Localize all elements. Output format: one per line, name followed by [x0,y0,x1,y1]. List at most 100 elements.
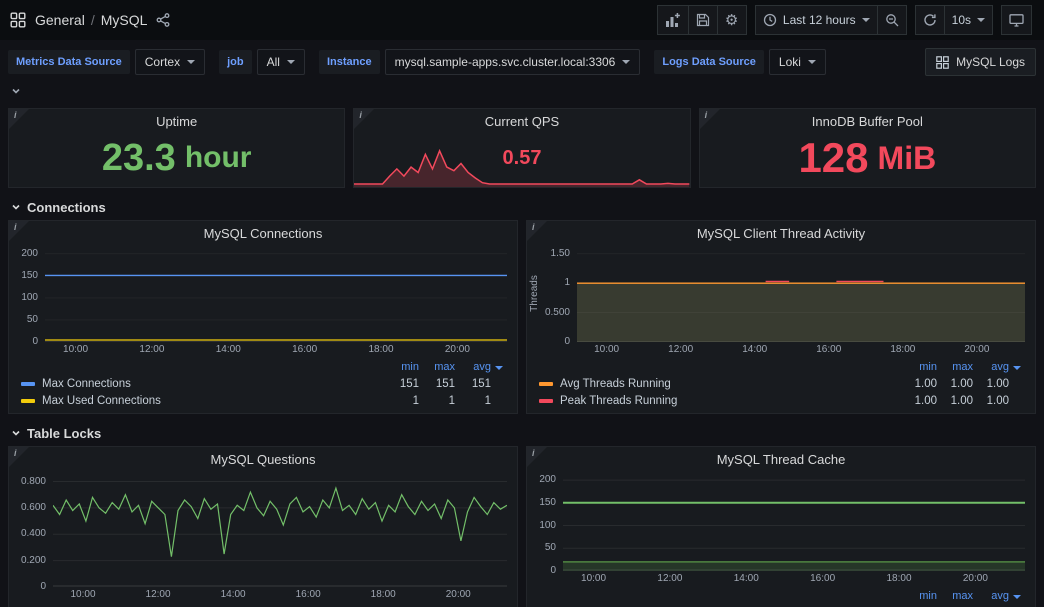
legend-sort-min[interactable]: min [901,590,937,602]
variable-selected-value: Cortex [145,55,180,69]
caret-down-icon[interactable] [1013,595,1021,599]
y-axis-tick-label: 0.600 [21,502,46,513]
caret-down-icon [977,18,985,22]
kiosk-mode-button[interactable] [1001,5,1032,35]
zoom-out-icon [885,13,899,27]
mysql-logs-button[interactable]: MySQL Logs [925,48,1036,76]
clock-icon [763,13,777,27]
panel-info-icon[interactable]: i [9,109,29,129]
legend-header: minmaxavg [539,588,1025,604]
variable-value-dropdown[interactable]: All [257,49,305,75]
legend-series-toggle[interactable]: Max Used Connections111 [21,392,507,409]
x-axis-tick-label: 14:00 [735,344,775,355]
apps-grid-icon[interactable] [10,12,26,28]
breadcrumb-dashboard[interactable]: MySQL [101,12,148,28]
panel-info-icon[interactable]: i [354,109,374,129]
row-header-table-locks[interactable]: Table Locks [10,424,1036,442]
caret-down-icon[interactable] [495,366,503,370]
panel-title[interactable]: Uptime [156,114,197,129]
panel-title[interactable]: InnoDB Buffer Pool [812,114,923,129]
collapsed-row-chevron-icon[interactable] [10,85,22,97]
legend-value: 1.00 [937,378,973,390]
refresh-icon [923,13,937,27]
legend-sort-max[interactable]: max [937,590,973,602]
y-axis-tick-label: 150 [539,497,556,508]
panel-mysql-thread-cache: i MySQL Thread Cache 050100150200 10:001… [526,446,1036,607]
legend-sort-avg[interactable]: avg [973,590,1009,602]
panel-info-icon[interactable]: i [527,221,547,241]
y-axis-tick-label: 1.50 [551,248,570,259]
add-panel-button[interactable] [657,5,689,35]
panel-info-icon[interactable]: i [9,221,29,241]
dashboard-variables-row: Metrics Data Source Cortex job All Insta… [0,40,1044,76]
legend-sort-max[interactable]: max [419,361,455,373]
stat-number: 0.57 [503,147,542,170]
y-axis-tick-label: 0 [550,565,556,576]
refresh-button[interactable] [915,5,945,35]
gear-icon: ⚙ [725,13,738,28]
panel-title[interactable]: MySQL Thread Cache [527,447,1035,471]
legend-series-toggle[interactable]: Max Connections151151151 [21,375,507,392]
save-dashboard-button[interactable] [688,5,718,35]
legend-series-toggle[interactable]: Avg Threads Running1.001.001.00 [539,375,1025,392]
chart-legend: minmaxavgMax Connections151151151Max Use… [9,358,517,413]
panel-info-icon[interactable]: i [9,447,29,467]
x-axis-tick-label: 16:00 [809,344,849,355]
legend-series-name: Max Connections [42,378,383,390]
legend-value: 1.00 [901,395,937,407]
x-axis-tick-label: 18:00 [361,344,401,355]
x-axis-tick-label: 16:00 [285,344,325,355]
legend-sort-min[interactable]: min [383,361,419,373]
series-color-icon [539,399,553,403]
time-range-picker[interactable]: Last 12 hours [755,5,878,35]
breadcrumb-folder[interactable]: General [35,12,85,28]
caret-down-icon [808,60,816,64]
variable-value-dropdown[interactable]: mysql.sample-apps.svc.cluster.local:3306 [385,49,641,75]
x-axis-tick-label: 18:00 [883,344,923,355]
dashboard-settings-button[interactable]: ⚙ [717,5,747,35]
panel-info-icon[interactable]: i [700,109,720,129]
variable-value-dropdown[interactable]: Loki [769,49,826,75]
panel-title[interactable]: MySQL Client Thread Activity [527,221,1035,245]
row-header-connections[interactable]: Connections [10,198,1036,216]
x-axis: 10:0012:0014:0016:0018:0020:00 [9,342,517,358]
panel-info-icon[interactable]: i [527,447,547,467]
panel-title[interactable]: MySQL Connections [9,221,517,245]
chart-plot[interactable] [45,245,507,342]
y-axis-tick-label: 0.500 [545,307,570,318]
legend-series-toggle[interactable]: Peak Threads Running1.001.001.00 [539,392,1025,409]
legend-value: 1.00 [937,395,973,407]
y-axis-tick-label: 0.800 [21,476,46,487]
legend-value: 1 [383,395,419,407]
variable-instance: Instance mysql.sample-apps.svc.cluster.l… [319,49,640,75]
caret-down-icon[interactable] [1013,366,1021,370]
legend-sort-min[interactable]: min [901,361,937,373]
panel-title[interactable]: MySQL Questions [9,447,517,471]
caret-down-icon [862,18,870,22]
series-color-icon [539,382,553,386]
variable-selected-value: mysql.sample-apps.svc.cluster.local:3306 [395,55,616,69]
x-axis-tick-label: 14:00 [208,344,248,355]
chart-legend: minmaxavg [9,603,517,607]
legend-value: 1 [455,395,491,407]
zoom-out-button[interactable] [877,5,907,35]
x-axis-tick-label: 16:00 [288,589,328,600]
x-axis-tick-label: 18:00 [363,589,403,600]
chart-plot[interactable] [563,471,1025,571]
chart-plot[interactable] [577,245,1025,342]
x-axis-tick-label: 12:00 [138,589,178,600]
chart-plot[interactable] [53,471,507,587]
share-icon[interactable] [156,13,170,27]
legend-sort-max[interactable]: max [937,361,973,373]
panel-title[interactable]: Current QPS [485,114,559,129]
variable-value-dropdown[interactable]: Cortex [135,49,205,75]
variable-logs-datasource: Logs Data Source Loki [654,49,826,75]
y-axis: 00.50011.50 [541,245,577,342]
legend-sort-avg[interactable]: avg [455,361,491,373]
chart-legend: minmaxavg [527,587,1035,607]
y-axis-tick-label: 0 [32,336,38,347]
x-axis-tick-label: 20:00 [955,573,995,584]
refresh-interval-picker[interactable]: 10s [944,5,993,35]
legend-sort-avg[interactable]: avg [973,361,1009,373]
x-axis-tick-label: 12:00 [661,344,701,355]
